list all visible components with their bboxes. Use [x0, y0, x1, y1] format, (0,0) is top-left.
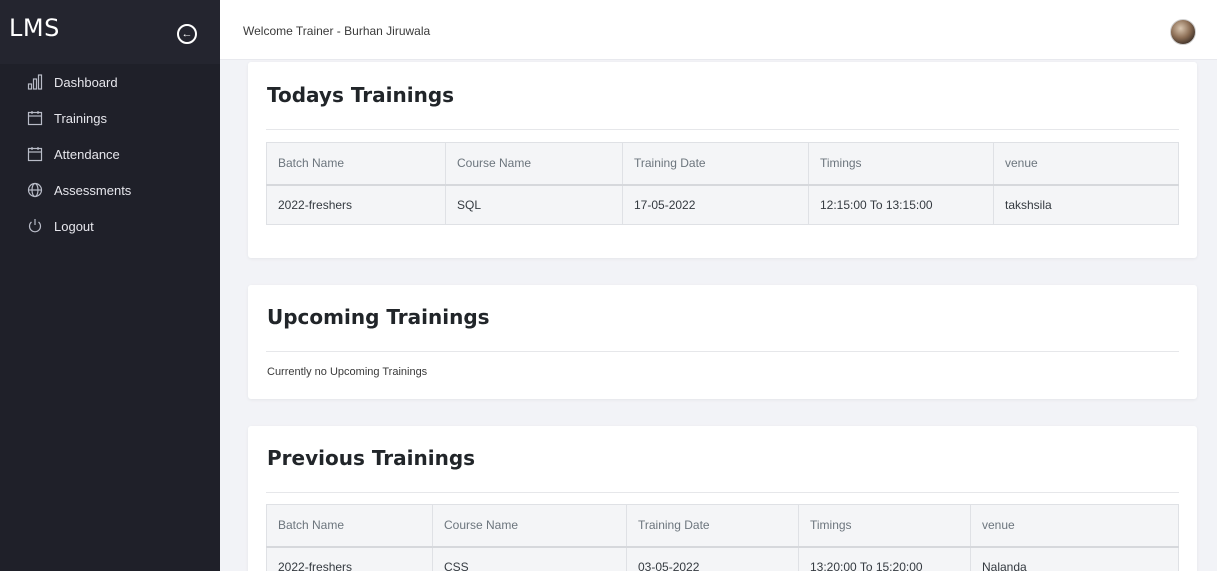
column-header: venue [993, 142, 1179, 186]
sidebar-item-logout[interactable]: Logout [0, 208, 220, 244]
table-cell: takshsila [993, 184, 1179, 225]
sidebar-item-label: Logout [54, 218, 94, 234]
column-header: Batch Name [266, 142, 446, 186]
power-icon [26, 217, 44, 235]
table-cell: 2022-freshers [266, 546, 433, 571]
app-title: LMS [9, 14, 60, 42]
sidebar-nav: Dashboard Trainings Attendance Assessmen… [0, 64, 220, 244]
column-header: Timings [808, 142, 994, 186]
upcoming-trainings-title: Upcoming Trainings [267, 305, 490, 329]
todays-trainings-title: Todays Trainings [267, 83, 455, 107]
todays-trainings-table: Batch Name Course Name Training Date Tim… [266, 142, 1179, 225]
empty-state-text: Currently no Upcoming Trainings [267, 366, 428, 378]
previous-trainings-card: Previous Trainings Batch Name Course Nam… [248, 426, 1197, 571]
brand-area: LMS ← [0, 0, 220, 64]
table-cell: 12:15:00 To 13:15:00 [808, 184, 994, 225]
column-header: Training Date [626, 504, 799, 548]
column-header: Course Name [432, 504, 627, 548]
table-cell: 17-05-2022 [622, 184, 809, 225]
sidebar-item-trainings[interactable]: Trainings [0, 100, 220, 136]
sidebar: LMS ← Dashboard Trainings Attendance Ass… [0, 0, 220, 571]
welcome-text: Welcome Trainer - Burhan Jiruwala [243, 24, 431, 38]
divider [266, 351, 1179, 352]
column-header: Batch Name [266, 504, 433, 548]
table-row: 2022-freshers CSS 03-05-2022 13:20:00 To… [266, 546, 1179, 571]
table-header-row: Batch Name Course Name Training Date Tim… [266, 142, 1179, 186]
column-header: Timings [798, 504, 971, 548]
table-cell: SQL [445, 184, 623, 225]
column-header: Course Name [445, 142, 623, 186]
table-cell: 03-05-2022 [626, 546, 799, 571]
table-cell: 13:20:00 To 15:20:00 [798, 546, 971, 571]
topbar: Welcome Trainer - Burhan Jiruwala [220, 0, 1217, 60]
column-header: Training Date [622, 142, 809, 186]
table-header-row: Batch Name Course Name Training Date Tim… [266, 504, 1179, 548]
sidebar-item-label: Attendance [54, 146, 120, 162]
sidebar-item-label: Assessments [54, 182, 132, 198]
previous-trainings-title: Previous Trainings [267, 446, 476, 470]
divider [266, 129, 1179, 130]
globe-icon [26, 181, 44, 199]
sidebar-item-assessments[interactable]: Assessments [0, 172, 220, 208]
sidebar-item-dashboard[interactable]: Dashboard [0, 64, 220, 100]
table-cell: Nalanda [970, 546, 1179, 571]
sidebar-item-attendance[interactable]: Attendance [0, 136, 220, 172]
column-header: venue [970, 504, 1179, 548]
sidebar-item-label: Dashboard [54, 74, 118, 90]
todays-trainings-card: Todays Trainings Batch Name Course Name … [248, 62, 1197, 258]
divider [266, 492, 1179, 493]
upcoming-trainings-card: Upcoming Trainings Currently no Upcoming… [248, 285, 1197, 399]
previous-trainings-table: Batch Name Course Name Training Date Tim… [266, 504, 1179, 571]
avatar[interactable] [1170, 19, 1196, 45]
table-cell: 2022-freshers [266, 184, 446, 225]
calendar-icon [26, 109, 44, 127]
sidebar-item-label: Trainings [54, 110, 107, 126]
table-cell: CSS [432, 546, 627, 571]
bar-chart-icon [26, 73, 44, 91]
calendar-icon [26, 145, 44, 163]
arrow-left-circle-icon[interactable]: ← [177, 24, 197, 44]
table-row: 2022-freshers SQL 17-05-2022 12:15:00 To… [266, 184, 1179, 225]
